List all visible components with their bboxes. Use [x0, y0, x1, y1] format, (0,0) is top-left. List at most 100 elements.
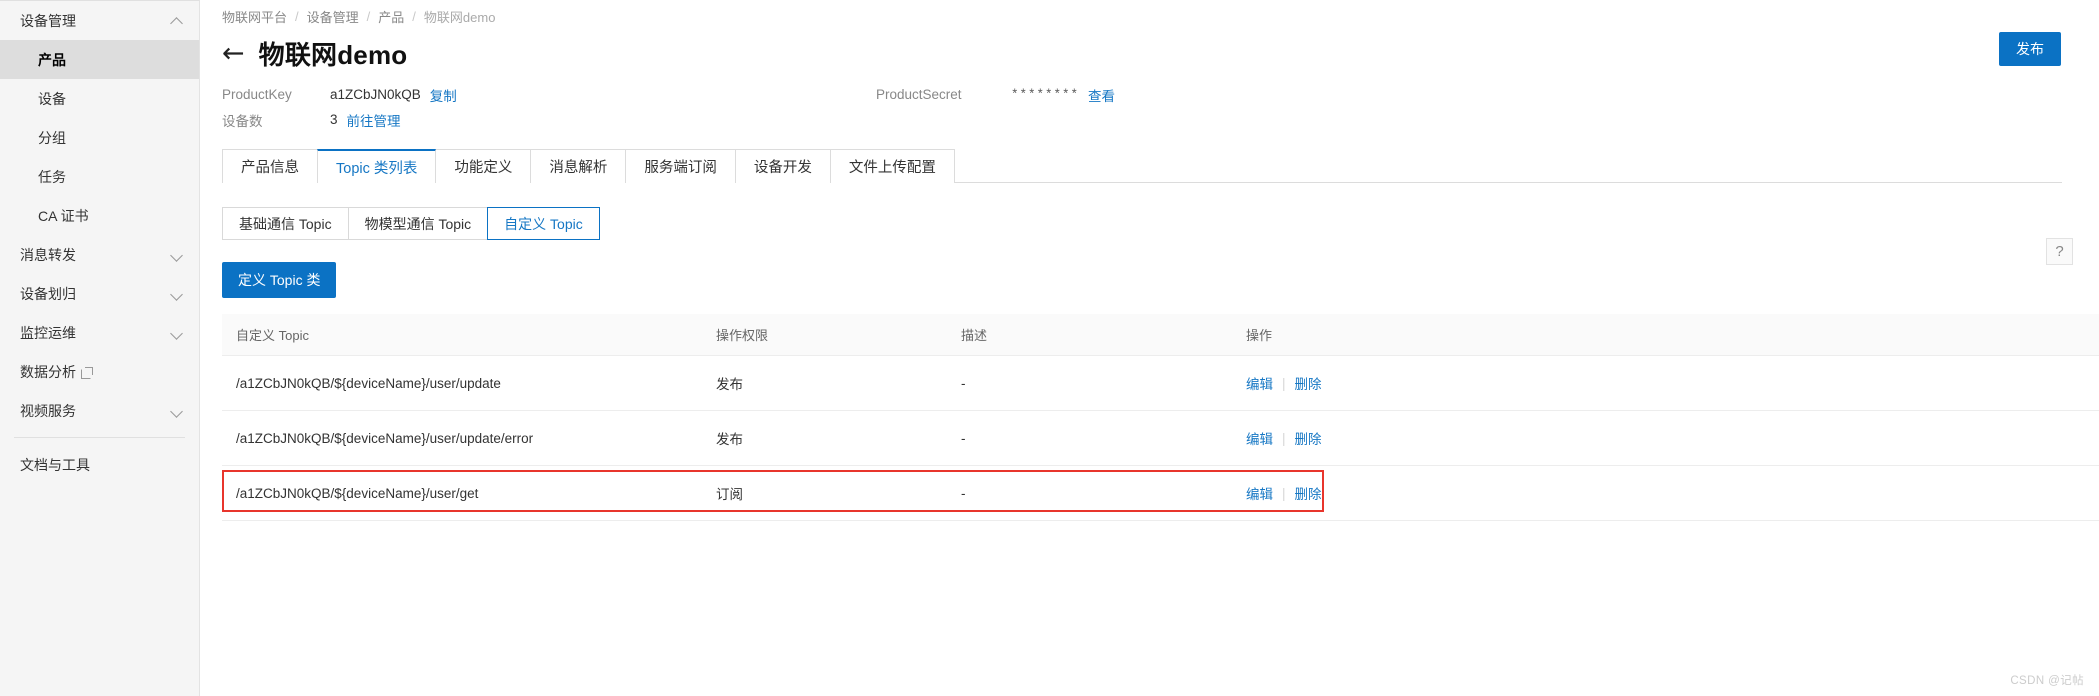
- subtab-bar: 基础通信 Topic 物模型通信 Topic 自定义 Topic: [222, 207, 2099, 240]
- cell-permission: 订阅: [702, 465, 947, 521]
- view-product-secret-link[interactable]: 查看: [1088, 85, 1115, 105]
- page-header: ← 物联网demo: [200, 26, 2099, 72]
- page-title: 物联网demo: [258, 39, 408, 70]
- tab-bar: 产品信息 Topic 类列表 功能定义 消息解析 服务端订阅 设备开发 文件上传…: [222, 148, 2062, 184]
- edit-link[interactable]: 编辑: [1246, 373, 1273, 393]
- edit-link[interactable]: 编辑: [1246, 483, 1273, 503]
- breadcrumb: 物联网平台 / 设备管理 / 产品 / 物联网demo: [200, 0, 2099, 26]
- chevron-down-icon: [171, 327, 183, 339]
- sidebar-group-label: 设备划归: [20, 285, 76, 302]
- action-divider: |: [1282, 485, 1286, 501]
- sidebar-group-text: 数据分析: [20, 363, 76, 380]
- topic-table-container: 自定义 Topic 操作权限 描述 操作 /a1ZCbJN0kQB/${devi…: [222, 314, 2099, 521]
- delete-link[interactable]: 删除: [1295, 483, 1322, 503]
- subtab-basic-communication-topic[interactable]: 基础通信 Topic: [222, 207, 349, 240]
- product-secret-row: ProductSecret ******** 查看: [876, 82, 1115, 107]
- main-content: 物联网平台 / 设备管理 / 产品 / 物联网demo ← 物联网demo 发布…: [200, 0, 2099, 696]
- product-key-label: ProductKey: [222, 87, 292, 102]
- column-header-operation: 操作: [1232, 314, 2099, 356]
- breadcrumb-separator: /: [366, 8, 371, 24]
- table-row: /a1ZCbJN0kQB/${deviceName}/user/update/e…: [222, 410, 2099, 466]
- cell-description: -: [947, 410, 1232, 466]
- sidebar-group-device-assignment[interactable]: 设备划归: [0, 274, 199, 313]
- sidebar-group-message-forwarding[interactable]: 消息转发: [0, 235, 199, 274]
- sidebar-item-product[interactable]: 产品: [0, 40, 199, 79]
- sidebar-item-device[interactable]: 设备: [0, 79, 199, 118]
- copy-product-key-link[interactable]: 复制: [430, 85, 457, 105]
- row-actions: 编辑 | 删除: [1246, 373, 2099, 393]
- subtab-tsl-communication-topic[interactable]: 物模型通信 Topic: [347, 207, 489, 240]
- chevron-down-icon: [171, 288, 183, 300]
- tab-feature-definition[interactable]: 功能定义: [435, 149, 532, 183]
- sidebar-item-label: 设备: [38, 90, 66, 107]
- cell-topic: /a1ZCbJN0kQB/${deviceName}/user/update: [222, 355, 702, 411]
- product-meta: ProductKey a1ZCbJN0kQB 复制 设备数 3 前往管理 Pro…: [200, 82, 2099, 132]
- breadcrumb-item-device-management[interactable]: 设备管理: [307, 7, 359, 26]
- tab-file-upload-config[interactable]: 文件上传配置: [829, 149, 955, 183]
- publish-button[interactable]: 发布: [1999, 32, 2061, 66]
- sidebar-group-monitoring-ops[interactable]: 监控运维: [0, 313, 199, 352]
- tab-device-development[interactable]: 设备开发: [734, 149, 831, 183]
- sidebar-group-label: 消息转发: [20, 246, 76, 263]
- sidebar: 设备管理 产品 设备 分组 任务 CA 证书 消息转发 设备划归 监控运维 数据…: [0, 0, 200, 696]
- column-header-permission: 操作权限: [702, 314, 947, 356]
- delete-link[interactable]: 删除: [1295, 373, 1322, 393]
- sidebar-divider: [14, 437, 185, 438]
- help-icon[interactable]: ?: [2046, 238, 2073, 265]
- subtab-custom-topic[interactable]: 自定义 Topic: [487, 207, 600, 240]
- column-header-topic: 自定义 Topic: [222, 314, 702, 356]
- tab-topic-list[interactable]: Topic 类列表: [317, 149, 437, 184]
- product-secret-value: ********: [1011, 87, 1080, 102]
- product-key-row: ProductKey a1ZCbJN0kQB 复制: [222, 82, 2099, 107]
- cell-operation: 编辑 | 删除: [1232, 465, 2099, 521]
- table-body: /a1ZCbJN0kQB/${deviceName}/user/update 发…: [222, 355, 2099, 521]
- cell-topic: /a1ZCbJN0kQB/${deviceName}/user/update/e…: [222, 410, 702, 466]
- chevron-down-icon: [171, 249, 183, 261]
- table-head: 自定义 Topic 操作权限 描述 操作: [222, 314, 2099, 356]
- define-topic-class-button[interactable]: 定义 Topic 类: [222, 262, 337, 298]
- delete-link[interactable]: 删除: [1295, 428, 1322, 448]
- arrow-left-icon[interactable]: ←: [222, 40, 245, 67]
- breadcrumb-item-product[interactable]: 产品: [378, 7, 404, 26]
- tab-message-parsing[interactable]: 消息解析: [530, 149, 627, 183]
- product-key-value: a1ZCbJN0kQB: [330, 87, 421, 102]
- cell-operation: 编辑 | 删除: [1232, 410, 2099, 466]
- sidebar-item-ca-certificate[interactable]: CA 证书: [0, 196, 199, 235]
- sidebar-group-video-service[interactable]: 视频服务: [0, 391, 199, 430]
- product-secret-label: ProductSecret: [876, 87, 962, 102]
- device-count-label: 设备数: [222, 113, 263, 129]
- cell-description: -: [947, 465, 1232, 521]
- sidebar-group-data-analysis[interactable]: 数据分析: [0, 352, 199, 391]
- sidebar-item-label: CA 证书: [38, 207, 89, 224]
- app-root: 设备管理 产品 设备 分组 任务 CA 证书 消息转发 设备划归 监控运维 数据…: [0, 0, 2099, 696]
- row-actions: 编辑 | 删除: [1246, 483, 2099, 503]
- sidebar-item-label: 分组: [38, 129, 66, 146]
- breadcrumb-item-current: 物联网demo: [423, 9, 496, 25]
- breadcrumb-item-platform[interactable]: 物联网平台: [222, 7, 287, 26]
- tab-product-info[interactable]: 产品信息: [222, 149, 318, 183]
- sidebar-item-docs-and-tools[interactable]: 文档与工具: [0, 445, 199, 484]
- sidebar-group-device-management[interactable]: 设备管理: [0, 1, 199, 40]
- breadcrumb-separator: /: [295, 8, 299, 24]
- edit-link[interactable]: 编辑: [1246, 428, 1273, 448]
- table-header-row: 自定义 Topic 操作权限 描述 操作: [222, 314, 2099, 356]
- go-to-management-link[interactable]: 前往管理: [347, 110, 401, 130]
- sidebar-item-group[interactable]: 分组: [0, 118, 199, 157]
- sidebar-group-label: 数据分析: [20, 362, 93, 382]
- sidebar-item-task[interactable]: 任务: [0, 157, 199, 196]
- cell-description: -: [947, 355, 1232, 411]
- column-header-description: 描述: [947, 314, 1232, 356]
- tab-server-subscription[interactable]: 服务端订阅: [625, 149, 736, 183]
- row-actions: 编辑 | 删除: [1246, 428, 2099, 448]
- cell-operation: 编辑 | 删除: [1232, 355, 2099, 411]
- device-count-value: 3: [330, 112, 338, 127]
- watermark: CSDN @记帖: [2010, 675, 2084, 687]
- cell-topic: /a1ZCbJN0kQB/${deviceName}/user/get: [222, 465, 702, 521]
- chevron-down-icon: [171, 405, 183, 417]
- chevron-up-icon: [171, 15, 183, 27]
- breadcrumb-separator: /: [412, 8, 416, 24]
- external-link-icon: [81, 367, 93, 380]
- table-row: /a1ZCbJN0kQB/${deviceName}/user/update 发…: [222, 355, 2099, 411]
- cell-permission: 发布: [702, 355, 947, 411]
- topic-table: 自定义 Topic 操作权限 描述 操作 /a1ZCbJN0kQB/${devi…: [222, 314, 2099, 521]
